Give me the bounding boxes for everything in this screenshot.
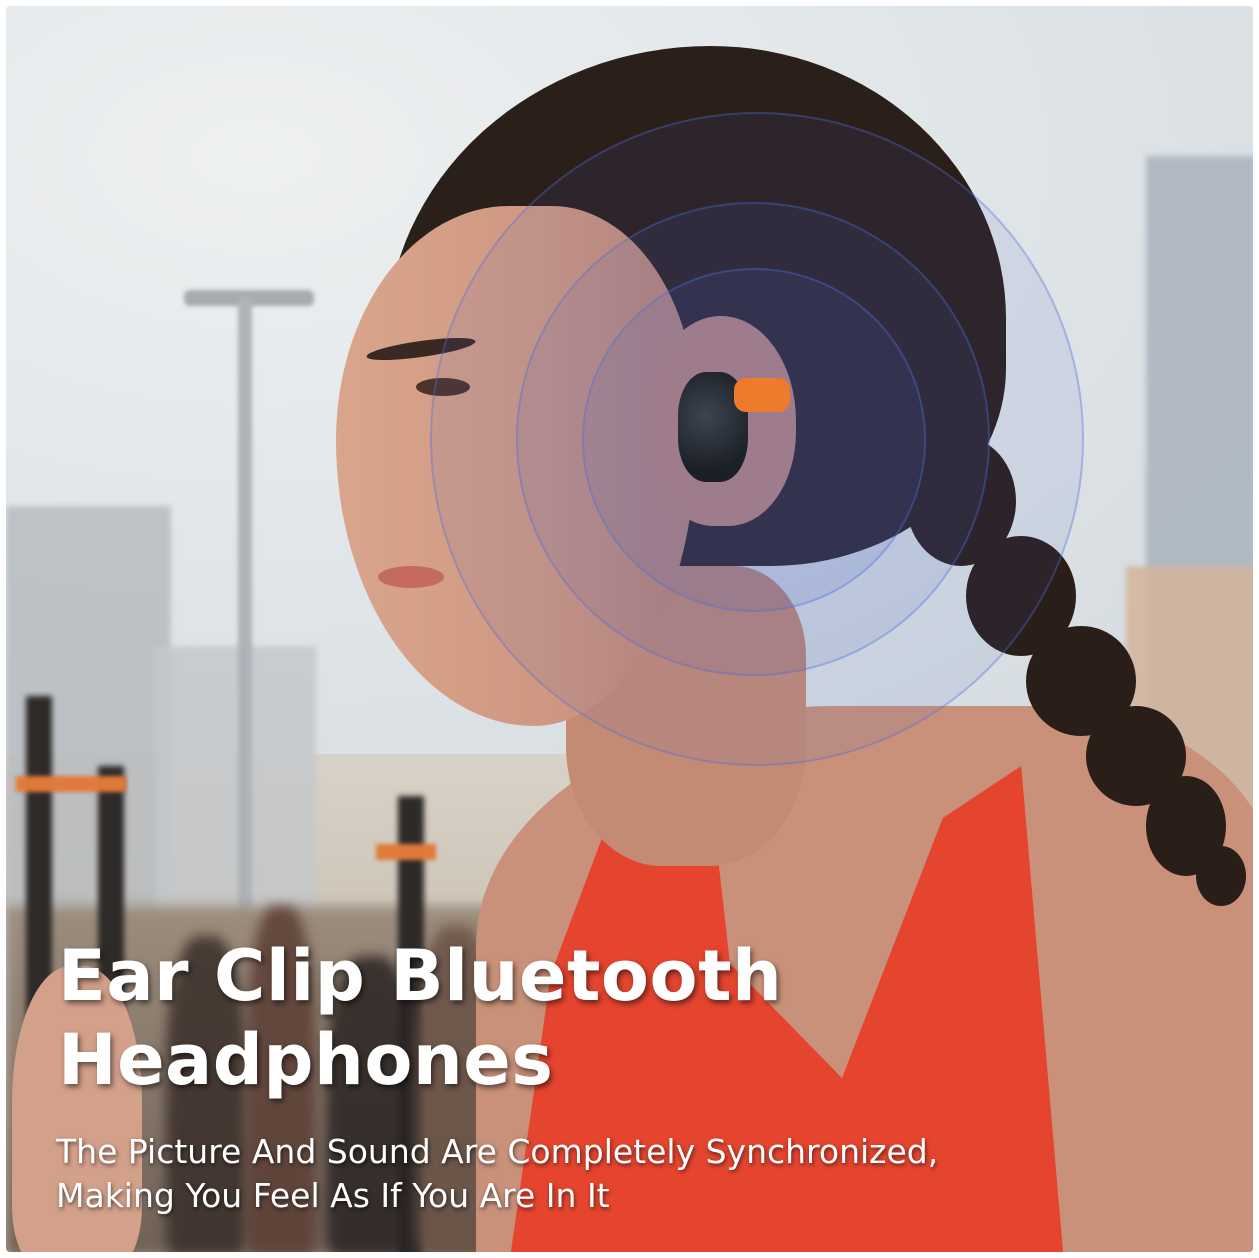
tagline-line-1: The Picture And Sound Are Completely Syn… <box>56 1132 939 1171</box>
sound-wave-ring-inner <box>582 268 926 612</box>
earbud-orange-clip <box>734 378 790 412</box>
tagline-line-2: Making You Feel As If You Are In It <box>56 1176 610 1215</box>
headline-line-2: Headphones <box>58 1019 554 1101</box>
headline: Ear Clip Bluetooth Headphones <box>58 934 782 1102</box>
street-lamp-pole <box>238 296 252 996</box>
tagline: The Picture And Sound Are Completely Syn… <box>56 1130 938 1218</box>
fitness-bar-band <box>16 776 126 792</box>
fitness-bar-band <box>376 844 436 860</box>
headline-line-1: Ear Clip Bluetooth <box>58 935 783 1017</box>
braid-segment <box>1196 846 1246 906</box>
lips <box>378 566 444 588</box>
